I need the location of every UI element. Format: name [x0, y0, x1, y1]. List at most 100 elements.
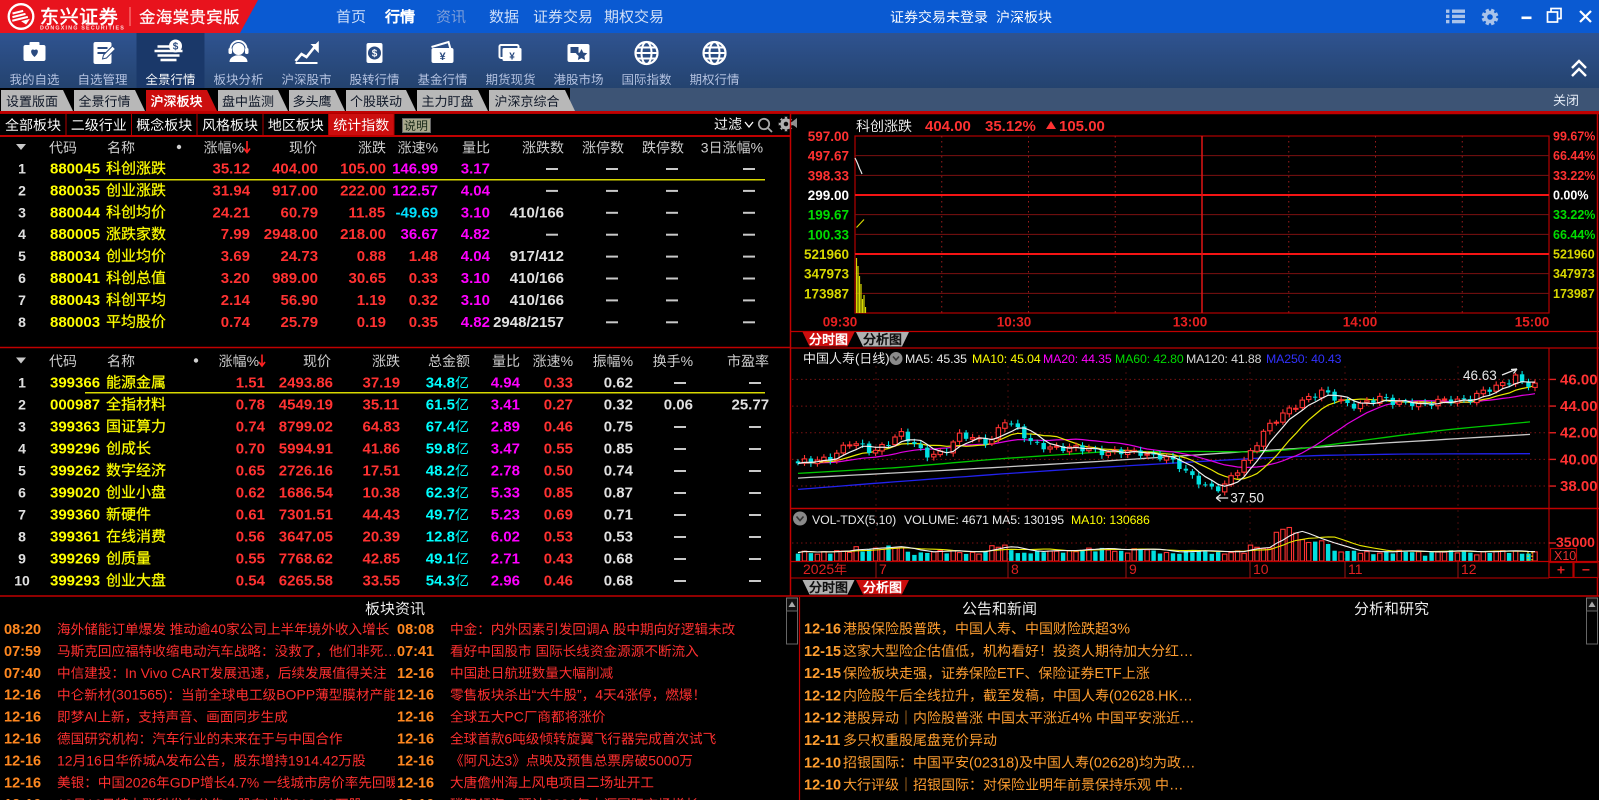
svg-text:410/166: 410/166 [510, 270, 564, 287]
svg-text:(301565): (301565) [111, 687, 167, 703]
svg-text:1: 1 [18, 161, 26, 177]
svg-text:399293: 399293 [50, 573, 100, 590]
svg-text:5: 5 [18, 248, 26, 264]
svg-text:3%: 3% [1109, 622, 1130, 638]
svg-text:0.32: 0.32 [604, 397, 633, 414]
svg-text:0.74: 0.74 [604, 463, 634, 480]
svg-text:MA20: 44.35: MA20: 44.35 [1043, 352, 1112, 366]
svg-text:0.00%: 0.00% [1553, 189, 1588, 203]
svg-text:410/166: 410/166 [510, 292, 564, 309]
svg-text:6.02: 6.02 [491, 529, 520, 546]
svg-text:24.73: 24.73 [281, 248, 319, 265]
svg-text:3.47: 3.47 [491, 441, 520, 458]
svg-text:12-12: 12-12 [804, 711, 841, 727]
svg-text:0.46: 0.46 [544, 419, 573, 436]
svg-text:2493.86: 2493.86 [279, 375, 333, 392]
svg-text:880044: 880044 [50, 204, 101, 221]
svg-text:MA5: 45.35: MA5: 45.35 [905, 352, 967, 366]
svg-text:521960: 521960 [1553, 248, 1595, 262]
svg-text:44.43: 44.43 [363, 507, 401, 524]
svg-text:222.00: 222.00 [340, 182, 386, 199]
svg-text:%: % [561, 353, 573, 369]
svg-text:0.53: 0.53 [604, 529, 633, 546]
svg-text:12-16: 12-16 [4, 688, 41, 704]
svg-text:(: ( [855, 351, 860, 366]
svg-text:404.00: 404.00 [272, 161, 318, 178]
svg-text:7301.51: 7301.51 [279, 507, 333, 524]
svg-text:917/412: 917/412 [510, 248, 564, 265]
svg-text:25.77: 25.77 [732, 397, 770, 414]
svg-text:33.22%: 33.22% [1553, 208, 1595, 222]
svg-text:12-16: 12-16 [397, 666, 434, 682]
svg-text:4: 4 [18, 441, 26, 457]
svg-text:0.62: 0.62 [236, 485, 265, 502]
svg-text:8: 8 [18, 529, 26, 545]
svg-text:0.54: 0.54 [236, 573, 266, 590]
svg-text:54.3: 54.3 [426, 573, 455, 590]
svg-text:2.71: 2.71 [491, 551, 520, 568]
svg-text:146.99: 146.99 [392, 161, 438, 178]
svg-text:7: 7 [18, 292, 26, 308]
svg-text:36.67: 36.67 [401, 226, 439, 243]
svg-text:880035: 880035 [50, 182, 100, 199]
svg-text:398.33: 398.33 [808, 168, 850, 183]
svg-text:61.5: 61.5 [426, 397, 455, 414]
svg-text:12-11: 12-11 [804, 733, 840, 749]
svg-text:ETF: ETF [1094, 666, 1122, 682]
svg-text:…: … [1181, 755, 1196, 771]
svg-text:12-10: 12-10 [804, 755, 841, 771]
svg-text:33.55: 33.55 [363, 573, 401, 590]
svg-text:12-15: 12-15 [804, 644, 841, 660]
svg-text:173987: 173987 [804, 286, 849, 301]
svg-text:5.33: 5.33 [491, 485, 520, 502]
svg-text:+: + [1557, 562, 1565, 578]
svg-text:62.3: 62.3 [426, 485, 455, 502]
svg-text:0.65: 0.65 [236, 463, 265, 480]
svg-text:0.74: 0.74 [236, 419, 266, 436]
svg-text:0.88: 0.88 [357, 248, 386, 265]
svg-text:4: 4 [18, 226, 26, 242]
svg-text:4: 4 [617, 687, 625, 703]
svg-text:8: 8 [18, 314, 26, 330]
svg-text:880041: 880041 [50, 270, 100, 287]
svg-text:(02628): (02628) [1089, 755, 1139, 771]
svg-text:GDP: GDP [170, 774, 200, 790]
svg-text:VOL-TDX(5,10): VOL-TDX(5,10) [812, 513, 896, 527]
svg-text:173987: 173987 [1553, 287, 1595, 301]
svg-text:40.00: 40.00 [1560, 451, 1598, 468]
svg-text:12-16: 12-16 [397, 775, 434, 791]
svg-text:0.85: 0.85 [604, 441, 633, 458]
svg-text:0.68: 0.68 [604, 573, 633, 590]
svg-text:59.8: 59.8 [426, 441, 455, 458]
svg-text:11: 11 [1348, 561, 1363, 577]
svg-text:12-12: 12-12 [804, 688, 841, 704]
svg-text:3: 3 [701, 140, 709, 156]
svg-text:3647.05: 3647.05 [279, 529, 333, 546]
svg-text:0.55: 0.55 [544, 441, 573, 458]
svg-text:-49.69: -49.69 [396, 204, 439, 221]
svg-text:000987: 000987 [50, 397, 100, 414]
svg-text:8799.02: 8799.02 [279, 419, 333, 436]
svg-text:11.85: 11.85 [349, 204, 386, 221]
svg-text:212.42: 212.42 [292, 796, 335, 800]
svg-text:0.27: 0.27 [544, 397, 573, 414]
svg-text:0.69: 0.69 [544, 507, 573, 524]
svg-text:MA10: 45.04: MA10: 45.04 [972, 352, 1041, 366]
svg-text:12-16: 12-16 [397, 732, 434, 748]
svg-text:35.12%: 35.12% [985, 118, 1036, 135]
svg-text:15:00: 15:00 [1515, 315, 1550, 330]
svg-text:35.11: 35.11 [363, 397, 400, 414]
svg-text:1: 1 [18, 375, 26, 391]
svg-text:66.44%: 66.44% [1553, 228, 1595, 242]
svg-text:37.19: 37.19 [363, 375, 401, 392]
svg-text:10: 10 [14, 573, 30, 589]
svg-text:410/166: 410/166 [510, 204, 564, 221]
svg-text:2026: 2026 [125, 774, 156, 790]
svg-text:MA5: 130195: MA5: 130195 [992, 513, 1064, 527]
svg-text:…: … [1169, 778, 1184, 794]
svg-text:0.32: 0.32 [409, 292, 438, 309]
svg-text:1.19: 1.19 [357, 292, 386, 309]
svg-text:0.61: 0.61 [236, 507, 265, 524]
svg-text:0.85: 0.85 [544, 485, 573, 502]
svg-text:2.14: 2.14 [221, 292, 251, 309]
